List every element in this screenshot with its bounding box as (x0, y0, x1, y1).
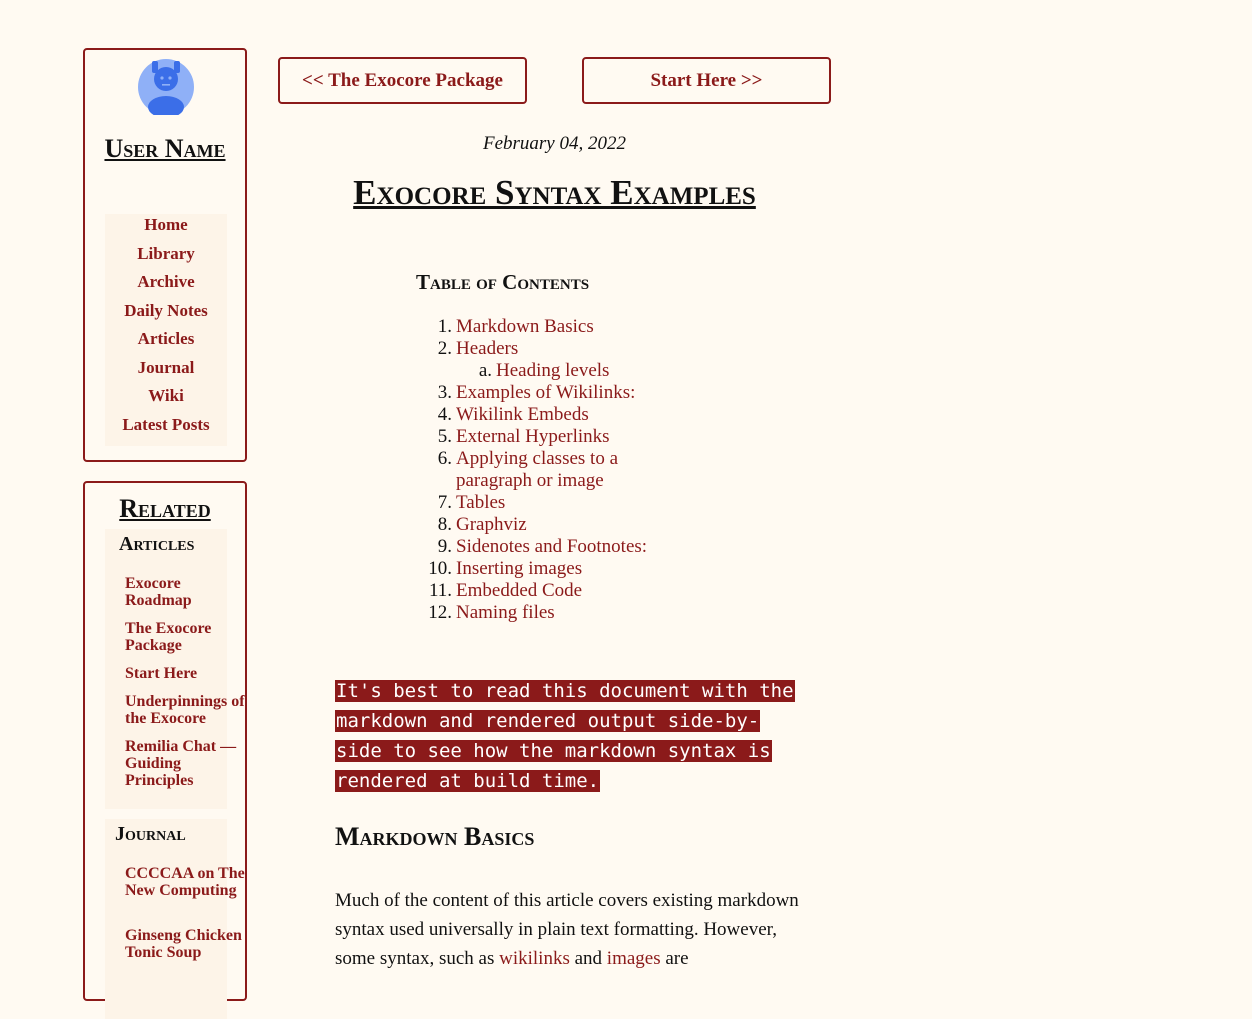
highlighted-note-text: It's best to read this document with the… (335, 680, 795, 792)
toc-link[interactable]: Heading levels (496, 360, 609, 381)
post-date: February 04, 2022 (482, 133, 626, 154)
toc-link[interactable]: Examples of Wikilinks: (456, 382, 635, 403)
related-title: Related (119, 494, 211, 523)
toc-item: 7. Tables (416, 492, 676, 514)
highlighted-note: It's best to read this document with the… (335, 676, 795, 796)
journal-item[interactable]: CCCCAA on The New Computing (125, 865, 245, 899)
related-journal-panel: Journal CCCCAA on The New Computing Gins… (105, 819, 245, 1019)
wikilinks-link[interactable]: wikilinks (499, 948, 570, 969)
body-paragraph: Much of the content of this article cove… (335, 886, 805, 973)
toc-number: 10. (428, 558, 452, 579)
related-article-item[interactable]: Exocore Roadmap (125, 575, 245, 609)
related-article-item[interactable]: Underpinnings of the Exocore (125, 693, 245, 727)
sidebar-item-latest-posts[interactable]: Latest Posts (105, 415, 227, 445)
sidebar-item-library[interactable]: Library (105, 244, 227, 274)
section-heading: Markdown Basics (335, 822, 535, 851)
toc-item: 1. Markdown Basics (416, 316, 676, 338)
toc-item: 12. Naming files (416, 602, 676, 624)
toc-link[interactable]: Wikilink Embeds (456, 404, 589, 425)
toc-link[interactable]: External Hyperlinks (456, 426, 610, 447)
sidebar-item-articles[interactable]: Articles (105, 330, 227, 359)
toc-item: 8. Graphviz (416, 514, 676, 536)
journal-heading: Journal (115, 823, 186, 845)
sidebar-item-journal[interactable]: Journal (105, 358, 227, 388)
related-articles-panel: Articles Exocore Roadmap The Exocore Pac… (105, 529, 245, 809)
images-link[interactable]: images (607, 948, 661, 969)
toc-item: 11. Embedded Code (416, 580, 676, 602)
sidebar-item-home[interactable]: Home (105, 216, 227, 245)
prev-post-button[interactable]: << The Exocore Package (278, 57, 527, 104)
toc-number: 3. (437, 382, 452, 403)
toc-number: 7. (437, 492, 452, 513)
related-article-item[interactable]: Remilia Chat — Guiding Principles (125, 738, 245, 789)
toc-number: a. (478, 360, 492, 381)
toc-link[interactable]: Tables (456, 492, 505, 513)
toc-title: Table of Contents (416, 270, 590, 294)
toc-link[interactable]: Headers (456, 338, 518, 359)
para-text: and (569, 948, 607, 969)
toc-number: 12. (428, 602, 452, 623)
sidebar-item-archive[interactable]: Archive (105, 273, 227, 302)
username[interactable]: User Name (85, 130, 245, 168)
toc-number: 8. (437, 514, 452, 535)
toc-link[interactable]: Graphviz (456, 514, 527, 535)
toc-item: 9. Sidenotes and Footnotes: (416, 536, 676, 558)
journal-item[interactable]: Ginseng Chicken Tonic Soup (125, 927, 245, 961)
toc-number: 5. (437, 426, 452, 447)
toc-item: 3. Examples of Wikilinks: (416, 382, 676, 404)
related-article-item[interactable]: Start Here (125, 665, 245, 682)
profile-card: User Name Home Library Archive Daily Not… (83, 48, 247, 462)
toc-item: 2. Headers (416, 338, 676, 360)
toc-link[interactable]: Naming files (456, 602, 555, 623)
table-of-contents: 1. Markdown Basics 2. Headers a. Heading le… (416, 316, 676, 624)
sidebar-item-daily-notes[interactable]: Daily Notes (105, 301, 227, 331)
sidebar-item-wiki[interactable]: Wiki (105, 387, 227, 416)
toc-link[interactable]: Inserting images (456, 558, 582, 579)
toc-link[interactable]: Markdown Basics (456, 316, 594, 337)
toc-number: 4. (437, 404, 452, 425)
page-title: Exocore Syntax Examples (353, 173, 756, 212)
articles-heading: Articles (119, 533, 195, 555)
toc-number: 2. (437, 338, 452, 359)
toc-number: 9. (437, 536, 452, 557)
toc-item: 6. Applying classes to a paragraph or ima… (416, 448, 676, 492)
toc-item: 4. Wikilink Embeds (416, 404, 676, 426)
avatar (138, 59, 194, 115)
next-post-button[interactable]: Start Here >> (582, 57, 831, 104)
related-card: Related Articles Exocore Roadmap The Exo… (83, 481, 247, 1019)
toc-item: 10. Inserting images (416, 558, 676, 580)
toc-link[interactable]: Applying classes to a paragraph or image (456, 448, 618, 491)
sidebar-nav: Home Library Archive Daily Notes Article… (105, 214, 227, 446)
para-text: are (660, 948, 689, 969)
toc-number: 11. (428, 580, 452, 601)
toc-number: 1. (437, 316, 452, 337)
related-article-item[interactable]: The Exocore Package (125, 620, 245, 654)
toc-item: 5. External Hyperlinks (416, 426, 676, 448)
toc-number: 6. (437, 448, 452, 469)
toc-subitem: a. Heading levels (416, 360, 676, 382)
toc-link[interactable]: Sidenotes and Footnotes: (456, 536, 647, 557)
toc-link[interactable]: Embedded Code (456, 580, 582, 601)
